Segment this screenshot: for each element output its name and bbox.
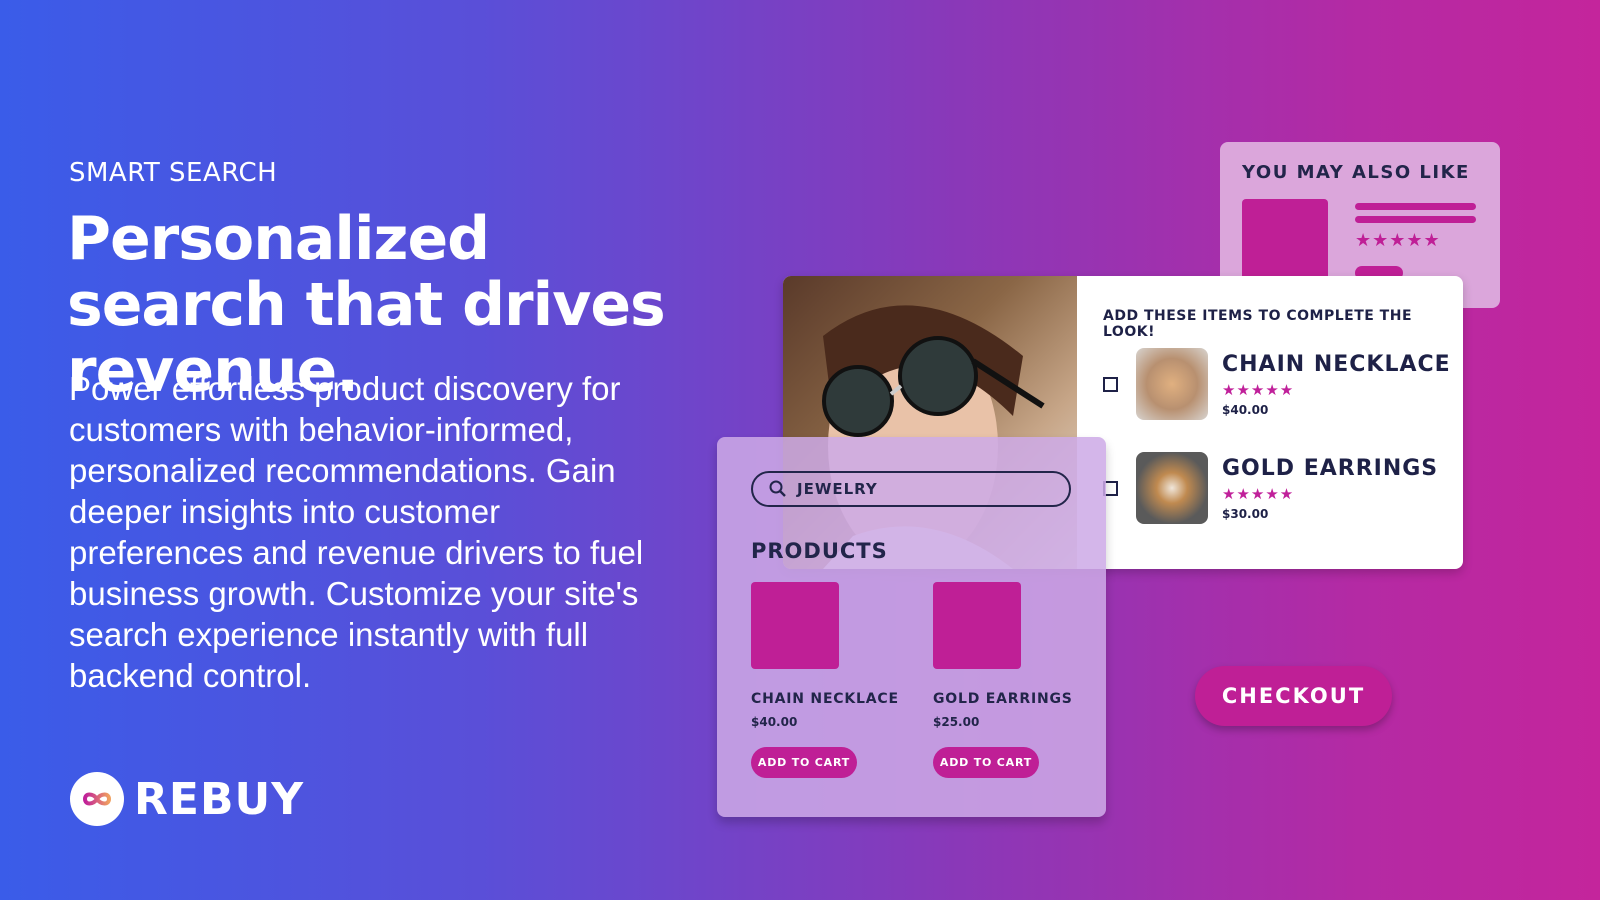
ymal-stars: ★★★★★ xyxy=(1355,230,1441,251)
add-to-cart-button[interactable]: ADD TO CART xyxy=(933,747,1039,778)
chain-necklace-thumbnail xyxy=(1136,348,1208,420)
item-name: CHAIN NECKLACE xyxy=(1222,351,1451,377)
item-rating: ★★★★★ xyxy=(1222,380,1295,399)
brand-name: REBUY xyxy=(134,773,305,825)
search-input[interactable]: JEWELRY xyxy=(751,471,1071,507)
products-label: PRODUCTS xyxy=(751,539,888,563)
item-rating: ★★★★★ xyxy=(1222,484,1295,503)
rebuy-logo: REBUY xyxy=(70,772,304,826)
item-price: $30.00 xyxy=(1222,506,1269,521)
ymal-text-line xyxy=(1355,203,1476,210)
item-checkbox[interactable] xyxy=(1103,376,1118,392)
item-name: GOLD EARRINGS xyxy=(1222,455,1439,481)
add-to-cart-button[interactable]: ADD TO CART xyxy=(751,747,857,778)
product-name: GOLD EARRINGS xyxy=(933,691,1073,707)
product-name: CHAIN NECKLACE xyxy=(751,691,899,707)
ymal-title: YOU MAY ALSO LIKE xyxy=(1242,162,1470,183)
product-price: $40.00 xyxy=(751,715,798,729)
search-value: JEWELRY xyxy=(797,480,878,498)
infinity-logo-icon xyxy=(70,772,124,826)
look-item: GOLD EARRINGS ★★★★★ $30.00 xyxy=(1103,452,1438,524)
checkout-button[interactable]: CHECKOUT xyxy=(1195,666,1392,726)
product-card: GOLD EARRINGS $25.00 ADD TO CART xyxy=(933,582,1083,778)
look-item: CHAIN NECKLACE ★★★★★ $40.00 xyxy=(1103,348,1451,420)
eyebrow-label: SMART SEARCH xyxy=(69,158,278,188)
complete-look-title: ADD THESE ITEMS TO COMPLETE THE LOOK! xyxy=(1103,308,1413,340)
gold-earrings-thumbnail xyxy=(1136,452,1208,524)
item-price: $40.00 xyxy=(1222,402,1269,417)
search-results-panel: JEWELRY PRODUCTS CHAIN NECKLACE $40.00 A… xyxy=(717,437,1106,817)
product-image-placeholder xyxy=(933,582,1021,669)
product-image-placeholder xyxy=(751,582,839,669)
ymal-text-line xyxy=(1355,216,1476,223)
search-icon xyxy=(769,480,786,497)
description: Power effortless product discovery for c… xyxy=(69,370,644,694)
product-price: $25.00 xyxy=(933,715,980,729)
product-card: CHAIN NECKLACE $40.00 ADD TO CART xyxy=(751,582,901,778)
